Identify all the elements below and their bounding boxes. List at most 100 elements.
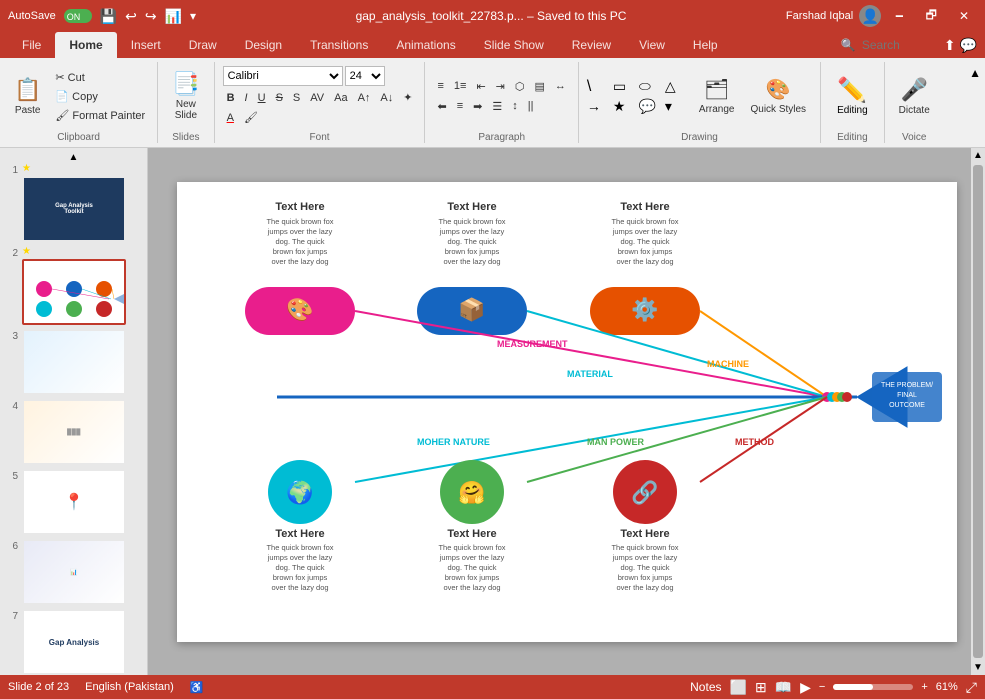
strikethrough-button[interactable]: S <box>272 90 287 106</box>
presentation-icon[interactable]: 📊 <box>165 8 182 25</box>
arrange-icon: 🗂 <box>704 77 729 102</box>
redo-icon[interactable]: ↪ <box>145 8 157 25</box>
change-case-button[interactable]: Aa <box>330 90 351 106</box>
slide-thumbnail[interactable]: ▉▉▉ <box>22 399 143 465</box>
char-spacing-button[interactable]: AV <box>306 90 328 106</box>
shape-star[interactable]: ★ <box>613 98 637 115</box>
para-direction-button[interactable]: ↔ <box>551 78 570 94</box>
align-right-button[interactable]: ➡ <box>469 98 486 115</box>
notes-button[interactable]: Notes <box>690 680 721 694</box>
collapse-ribbon-icon[interactable]: ▲ <box>969 66 981 80</box>
shape-rect[interactable]: ▭ <box>613 78 637 96</box>
slide-thumbnail-active[interactable] <box>22 259 126 325</box>
shape-arrow[interactable]: → <box>587 98 611 115</box>
slide-thumbnail[interactable]: 📊 <box>22 539 143 605</box>
reading-view-icon[interactable]: 📖 <box>775 679 792 696</box>
paste-button[interactable]: 📋 Paste <box>8 73 47 120</box>
numbering-button[interactable]: 1≡ <box>450 78 471 94</box>
tab-insert[interactable]: Insert <box>117 32 175 58</box>
tab-view[interactable]: View <box>625 32 679 58</box>
arrange-button[interactable]: 🗂 Arrange <box>693 73 741 119</box>
zoom-slider[interactable] <box>833 684 913 690</box>
list-item[interactable]: 5 📍 <box>4 469 143 535</box>
slide-thumbnail[interactable]: Gap AnalysisToolkit <box>22 176 126 242</box>
undo-icon[interactable]: ↩ <box>125 8 137 25</box>
comments-icon[interactable]: 💬 <box>960 37 977 54</box>
tab-draw[interactable]: Draw <box>175 32 231 58</box>
clear-format-button[interactable]: ✦ <box>399 89 416 106</box>
underline-button[interactable]: U <box>254 90 270 106</box>
scroll-up-arrow[interactable]: ▲ <box>973 150 983 161</box>
tab-help[interactable]: Help <box>679 32 732 58</box>
new-slide-button[interactable]: 📑 New Slide <box>166 67 205 125</box>
scroll-down-arrow[interactable]: ▼ <box>973 662 983 673</box>
increase-indent-button[interactable]: ⇥ <box>492 78 509 95</box>
list-item[interactable]: 4 ▉▉▉ <box>4 399 143 465</box>
slide-thumbnail[interactable]: Gap Analysis <box>22 609 143 675</box>
shapes-more[interactable]: ▾ <box>665 98 689 115</box>
copy-button[interactable]: 📄 Copy <box>51 88 149 105</box>
shadow-button[interactable]: S <box>289 90 304 106</box>
slide-thumbnail[interactable]: 📍 <box>22 469 143 535</box>
minimize-button[interactable]: 🗕 <box>887 2 912 31</box>
slide-sorter-icon[interactable]: ⊞ <box>755 679 767 696</box>
list-item[interactable]: 1 ★ Gap AnalysisToolkit <box>4 163 143 242</box>
cut-button[interactable]: ✂ Cut <box>51 69 149 86</box>
fit-slide-button[interactable]: ⤢ <box>966 679 977 696</box>
columns2-button[interactable]: || <box>524 98 538 114</box>
font-size-select[interactable]: 24 <box>345 66 385 86</box>
zoom-in-button[interactable]: + <box>921 681 927 693</box>
format-painter-button[interactable]: 🖌 Format Painter <box>51 107 149 124</box>
share-icon[interactable]: ⬆ <box>944 37 956 54</box>
shape-oval[interactable]: ⬭ <box>639 78 663 96</box>
increase-font-button[interactable]: A↑ <box>354 90 375 106</box>
vertical-scrollbar[interactable]: ▲ ▼ <box>971 148 985 675</box>
align-left-button[interactable]: ⬅ <box>433 98 450 115</box>
tab-review[interactable]: Review <box>558 32 625 58</box>
highlight-button[interactable]: 🖌 <box>240 109 262 126</box>
tab-home[interactable]: Home <box>55 32 116 58</box>
justify-button[interactable]: ☰ <box>488 98 506 115</box>
slideshow-view-icon[interactable]: ▶ <box>800 679 811 696</box>
line-spacing-button[interactable]: ↕ <box>508 98 522 114</box>
tab-transitions[interactable]: Transitions <box>296 32 382 58</box>
zoom-out-button[interactable]: − <box>819 681 825 693</box>
columns-button[interactable]: ▤ <box>531 78 549 95</box>
search-input[interactable] <box>856 36 936 54</box>
shape-callout[interactable]: 💬 <box>639 98 663 115</box>
normal-view-icon[interactable]: ⬜ <box>730 679 747 696</box>
shape-triangle[interactable]: △ <box>665 78 689 96</box>
list-item[interactable]: 2 ★ <box>4 246 143 325</box>
tab-animations[interactable]: Animations <box>382 32 469 58</box>
autosave-toggle[interactable]: ON <box>64 9 92 23</box>
shape-line[interactable]: \ <box>587 78 611 96</box>
tab-slideshow[interactable]: Slide Show <box>470 32 558 58</box>
more-icon[interactable]: ▾ <box>190 9 196 23</box>
decrease-indent-button[interactable]: ⇤ <box>472 78 489 95</box>
list-item[interactable]: 6 📊 <box>4 539 143 605</box>
font-color-button[interactable]: A <box>223 110 238 126</box>
list-item[interactable]: 3 <box>4 329 143 395</box>
restore-button[interactable]: 🗗 <box>918 2 945 31</box>
smartart-button[interactable]: ⬡ <box>511 78 529 95</box>
accessibility-icon[interactable]: ♿ <box>190 681 204 694</box>
align-center-button[interactable]: ≡ <box>453 98 467 114</box>
dictate-button[interactable]: 🎤 Dictate <box>893 73 936 120</box>
slide-number: 5 <box>4 471 18 482</box>
font-family-select[interactable]: Calibri <box>223 66 343 86</box>
slide-thumbnail[interactable] <box>22 329 143 395</box>
tab-file[interactable]: File <box>8 32 55 58</box>
bold-button[interactable]: B <box>223 90 239 106</box>
italic-button[interactable]: I <box>241 90 252 106</box>
decrease-font-button[interactable]: A↓ <box>376 90 397 106</box>
scroll-up-button[interactable]: ▲ <box>4 152 143 163</box>
ribbon-collapse[interactable]: ▲ <box>965 62 985 143</box>
tab-design[interactable]: Design <box>231 32 296 58</box>
bullets-button[interactable]: ≡ <box>433 78 447 94</box>
scroll-thumb[interactable] <box>973 165 983 658</box>
user-avatar[interactable]: 👤 <box>859 5 881 27</box>
save-icon[interactable]: 💾 <box>100 8 117 25</box>
close-button[interactable]: ✕ <box>951 5 977 27</box>
quick-styles-button[interactable]: 🎨 Quick Styles <box>744 73 812 119</box>
list-item[interactable]: 7 Gap Analysis <box>4 609 143 675</box>
